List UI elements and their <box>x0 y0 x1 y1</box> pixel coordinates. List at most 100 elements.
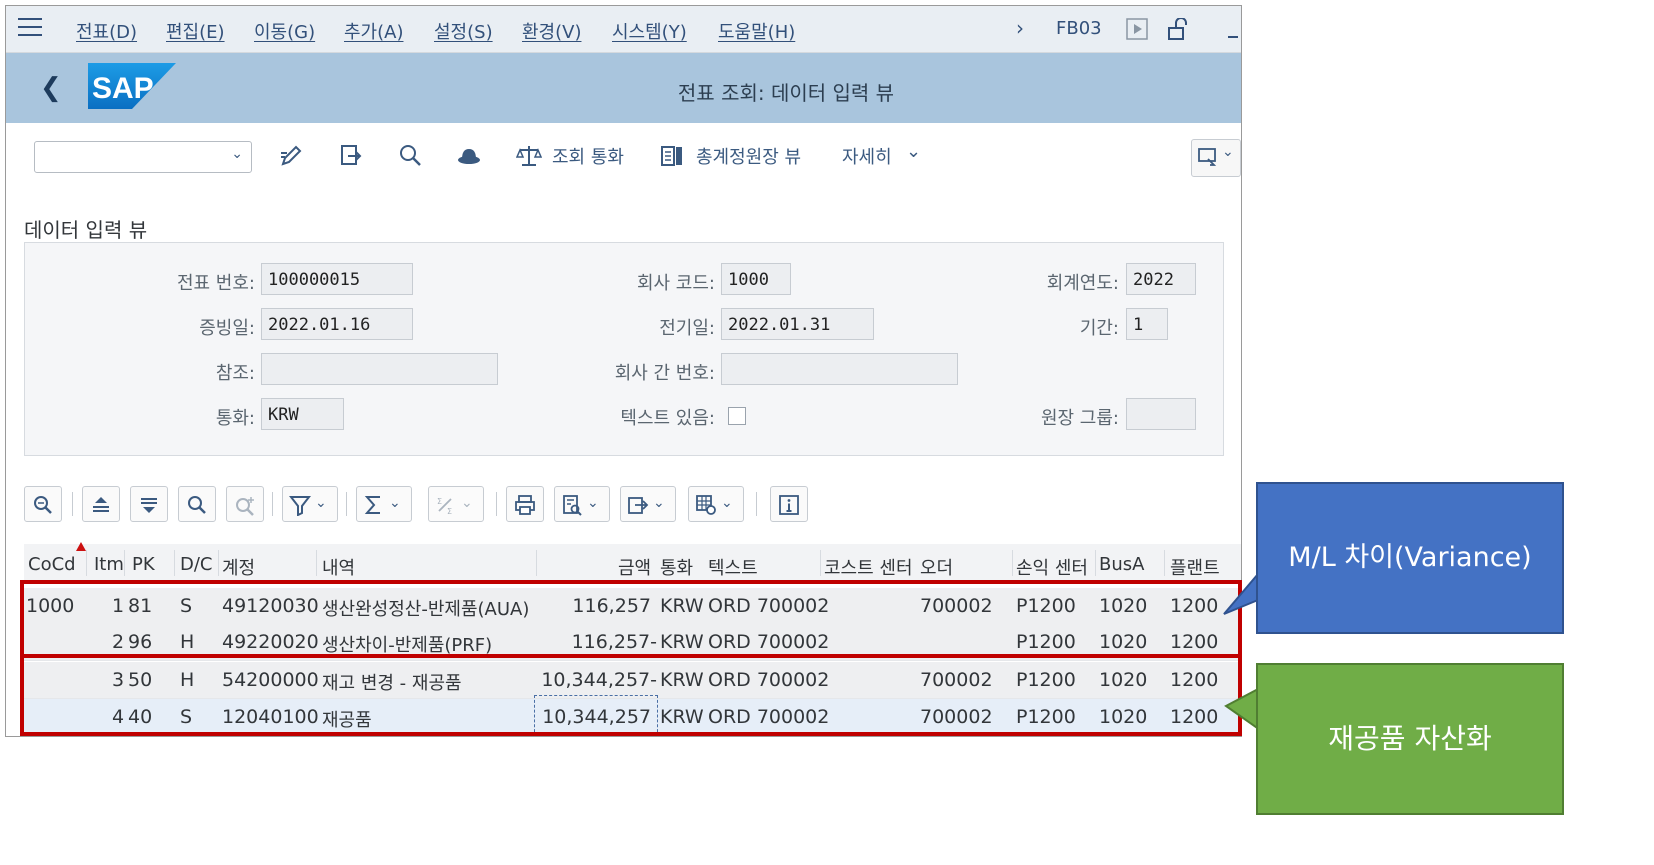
company-code-label: 회사 코드: <box>636 273 715 294</box>
col-text[interactable]: 텍스트 <box>708 554 758 580</box>
text-exists-checkbox[interactable] <box>728 407 746 425</box>
svg-text:Σ: Σ <box>447 507 452 516</box>
col-amount[interactable]: 금액 <box>618 554 651 580</box>
menu-goto[interactable]: 이동(G) <box>254 18 315 44</box>
section-title: 데이터 입력 뷰 <box>24 218 148 242</box>
zoom-detail-icon <box>34 496 52 514</box>
col-busa[interactable]: BusA <box>1099 554 1144 575</box>
col-itm[interactable]: Itm <box>94 554 124 575</box>
posting-date-label: 전기일: <box>659 318 715 339</box>
play-icon[interactable] <box>1126 18 1148 40</box>
header-form-panel: 전표 번호: 100000015 회사 코드: 1000 회계연도: 2022 … <box>24 242 1224 456</box>
export-icon <box>628 497 649 514</box>
chevron-down-icon: ⌄ <box>587 495 599 511</box>
search-icon[interactable] <box>398 143 424 169</box>
filter-button[interactable]: ⌄ <box>282 486 338 522</box>
chevron-down-icon: ⌄ <box>315 495 327 511</box>
page-title: 전표 조회: 데이터 입력 뷰 <box>677 81 895 105</box>
information-button[interactable] <box>770 486 808 522</box>
menu-environment[interactable]: 환경(V) <box>522 18 581 44</box>
menu-settings[interactable]: 설정(S) <box>434 18 493 44</box>
period-label: 기간: <box>1079 318 1119 339</box>
col-currency[interactable]: 통화 <box>660 554 693 580</box>
print-button[interactable] <box>506 486 544 522</box>
menu-edit[interactable]: 편집(E) <box>166 18 225 44</box>
find-button[interactable] <box>178 486 216 522</box>
display-currency-button[interactable]: 조회 통화 <box>552 143 624 169</box>
sort-descending-icon <box>141 498 157 513</box>
wip-highlight-box <box>20 654 1242 736</box>
doc-no-field[interactable]: 100000015 <box>261 263 413 295</box>
screen-settings-icon <box>1198 148 1217 166</box>
subtotal-icon: ΣΣ <box>437 497 452 516</box>
grid-details-button[interactable] <box>24 486 62 522</box>
export-button[interactable]: ⌄ <box>620 486 676 522</box>
currency-label: 통화: <box>215 408 255 429</box>
menu-document[interactable]: 전표(D) <box>76 18 137 44</box>
transaction-code: FB03 <box>1056 18 1102 39</box>
filter-icon <box>289 496 311 516</box>
reference-field[interactable] <box>261 353 498 385</box>
intercompany-label: 회사 간 번호: <box>614 363 715 384</box>
info-icon <box>779 495 799 515</box>
find-icon <box>188 496 206 514</box>
menu-system[interactable]: 시스템(Y) <box>612 18 687 44</box>
currency-field[interactable]: KRW <box>261 398 344 430</box>
chevron-down-icon: ⌄ <box>389 495 401 511</box>
unlock-icon[interactable] <box>1166 18 1188 40</box>
action-dropdown[interactable]: ⌄ <box>34 141 252 173</box>
menu-bar: 전표(D) 편집(E) 이동(G) 추가(A) 설정(S) 환경(V) 시스템(… <box>6 6 1241 53</box>
chevron-down-icon: ⌄ <box>653 495 665 511</box>
app-toolbar: ⌄ 조회 통화 총계정원장 뷰 자세히 ⌄ ⌄ <box>6 123 1241 191</box>
chevron-down-icon: ⌄ <box>231 146 243 162</box>
ledger-group-label: 원장 그룹: <box>1040 408 1119 429</box>
col-description[interactable]: 내역 <box>322 554 355 580</box>
col-pk[interactable]: PK <box>132 554 155 575</box>
posting-date-field[interactable]: 2022.01.31 <box>721 308 874 340</box>
ledger-group-field[interactable] <box>1126 398 1196 430</box>
ledger-icon[interactable] <box>660 143 686 169</box>
col-cocd[interactable]: CoCd <box>28 554 76 575</box>
layout-button[interactable]: ⌄ <box>688 486 744 522</box>
balance-scale-icon[interactable] <box>516 143 542 169</box>
col-profit-center[interactable]: 손익 센터 <box>1016 554 1088 580</box>
doc-date-field[interactable]: 2022.01.16 <box>261 308 413 340</box>
layout-menu-button[interactable]: ⌄ <box>1191 139 1241 177</box>
minimize-icon[interactable] <box>1228 36 1238 38</box>
variance-highlight-box <box>20 580 1242 658</box>
find-next-button[interactable] <box>226 486 264 522</box>
other-document-icon[interactable] <box>338 143 364 169</box>
chevron-down-icon: ⌄ <box>1222 144 1234 160</box>
hat-icon[interactable] <box>456 143 482 169</box>
title-bar: ❮ SAP 전표 조회: 데이터 입력 뷰 <box>6 53 1241 123</box>
table-header: CoCd Itm PK D/C 계정 내역 금액 통화 텍스트 코스트 센터 오… <box>24 542 1241 583</box>
col-dc[interactable]: D/C <box>180 554 213 575</box>
period-field[interactable]: 1 <box>1126 308 1168 340</box>
doc-no-label: 전표 번호: <box>176 273 255 294</box>
menu-help[interactable]: 도움말(H) <box>718 18 795 44</box>
callout-pointer-blue <box>1223 571 1259 615</box>
more-button[interactable]: 자세히 <box>842 143 892 169</box>
subtotal-button[interactable]: ΣΣ ⌄ <box>428 486 484 522</box>
sort-descending-button[interactable] <box>130 486 168 522</box>
wip-callout: 재공품 자산화 <box>1256 663 1564 815</box>
text-exists-label: 텍스트 있음: <box>620 408 715 429</box>
view-button[interactable]: ⌄ <box>554 486 610 522</box>
col-plant[interactable]: 플랜트 <box>1170 554 1220 580</box>
fiscal-year-field[interactable]: 2022 <box>1126 263 1196 295</box>
col-account[interactable]: 계정 <box>222 554 255 580</box>
menu-extras[interactable]: 추가(A) <box>344 18 403 44</box>
chevron-right-icon[interactable]: › <box>1016 16 1024 40</box>
gl-view-button[interactable]: 총계정원장 뷰 <box>696 143 801 169</box>
more-chevron-down-icon[interactable]: ⌄ <box>906 141 921 162</box>
fiscal-year-label: 회계연도: <box>1046 273 1119 294</box>
sort-ascending-button[interactable] <box>82 486 120 522</box>
col-cost-center[interactable]: 코스트 센터 <box>824 554 913 580</box>
total-button[interactable]: ⌄ <box>356 486 412 522</box>
intercompany-field[interactable] <box>721 353 958 385</box>
hamburger-menu-icon[interactable] <box>18 18 42 38</box>
sum-icon <box>364 496 380 514</box>
change-pen-icon[interactable] <box>278 143 304 169</box>
company-code-field[interactable]: 1000 <box>721 263 791 295</box>
col-order[interactable]: 오더 <box>920 554 953 580</box>
